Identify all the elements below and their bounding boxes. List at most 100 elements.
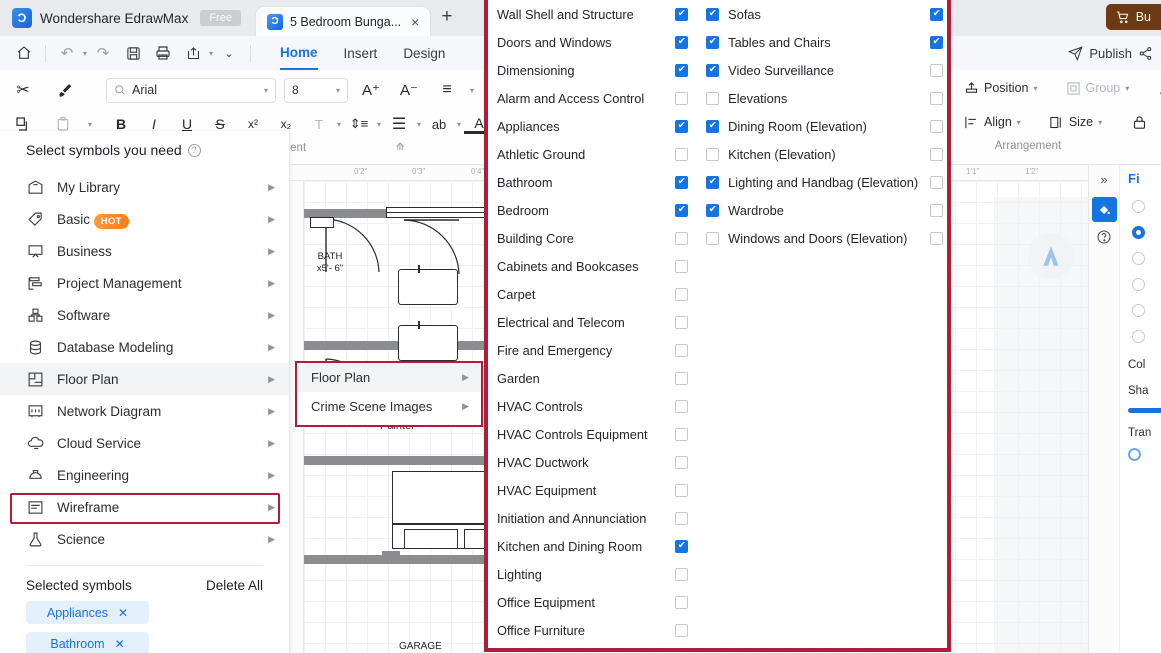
pillow-symbol[interactable] (404, 529, 458, 549)
dropdown-row[interactable] (926, 224, 947, 252)
checkbox[interactable] (675, 259, 689, 273)
checkbox[interactable] (706, 91, 720, 105)
chevron-double-right-icon[interactable]: » (1100, 169, 1107, 190)
bullet-list-icon[interactable]: ☰ (384, 110, 414, 138)
checkbox[interactable] (706, 63, 720, 77)
checkbox[interactable] (706, 119, 720, 133)
checkbox[interactable] (930, 203, 944, 217)
sink-symbol[interactable] (398, 325, 458, 361)
sidebar-item-business[interactable]: Business ▶ (0, 235, 289, 267)
ab-caret-icon[interactable]: ▾ (457, 120, 461, 129)
publish-label[interactable]: Publish (1089, 46, 1132, 61)
checkbox[interactable] (930, 147, 944, 161)
checkbox[interactable] (675, 315, 689, 329)
dropdown-row[interactable]: Video Surveillance (698, 56, 926, 84)
sidebar-item-software[interactable]: Software ▶ (0, 299, 289, 331)
dropdown-row[interactable]: Windows and Doors (Elevation) (698, 224, 926, 252)
dropdown-row[interactable]: Sofas (698, 0, 926, 28)
delete-all-button[interactable]: Delete All (206, 578, 263, 593)
checkbox[interactable] (675, 371, 689, 385)
checkbox[interactable] (675, 483, 689, 497)
checkbox[interactable] (675, 567, 689, 581)
checkbox[interactable] (706, 7, 720, 21)
app-tab[interactable]: Ɔ Wondershare EdrawMax Free (0, 0, 255, 36)
chip-appliances[interactable]: Appliances ✕ (26, 601, 149, 624)
checkbox[interactable] (930, 7, 944, 21)
checkbox[interactable] (675, 63, 689, 77)
checkbox[interactable] (675, 7, 689, 21)
dropdown-row[interactable]: HVAC Controls Equipment (488, 420, 698, 448)
dropdown-row[interactable]: Cabinets and Bookcases (488, 252, 698, 280)
line-spacing-caret-icon[interactable]: ▾ (377, 120, 381, 129)
fill-option-radio[interactable] (1132, 226, 1145, 239)
question-circle-icon[interactable] (1096, 229, 1112, 249)
position-button[interactable]: Position ▾ (958, 74, 1044, 102)
checkbox[interactable] (930, 63, 944, 77)
checkbox[interactable] (675, 91, 689, 105)
undo-icon[interactable]: ↶ (53, 40, 81, 66)
dropdown-row[interactable] (926, 56, 947, 84)
dropdown-row[interactable] (926, 28, 947, 56)
fill-option-radio[interactable] (1132, 200, 1145, 213)
dropdown-row[interactable] (926, 0, 947, 28)
checkbox[interactable] (706, 35, 720, 49)
dropdown-row[interactable]: Building Core (488, 224, 698, 252)
checkbox[interactable] (675, 455, 689, 469)
dropdown-row[interactable]: Lighting and Handbag (Elevation) (698, 168, 926, 196)
dropdown-row[interactable]: Alarm and Access Control (488, 84, 698, 112)
sink-symbol[interactable] (398, 269, 458, 305)
tab-home[interactable]: Home (280, 36, 318, 70)
share-caret-icon[interactable]: ▾ (209, 49, 213, 58)
sidebar-item-wireframe[interactable]: Wireframe ▶ (0, 491, 289, 523)
dropdown-row[interactable]: Dimensioning (488, 56, 698, 84)
dropdown-row[interactable]: Bedroom (488, 196, 698, 224)
dropdown-row[interactable]: Tables and Chairs (698, 28, 926, 56)
toilet-symbol[interactable] (310, 217, 334, 228)
grow-font-icon[interactable]: A⁺ (356, 76, 386, 104)
fill-option-radio[interactable] (1132, 252, 1145, 265)
checkbox[interactable] (675, 623, 689, 637)
font-size-select[interactable]: 8 ▾ (284, 77, 348, 103)
fill-option-radio[interactable] (1132, 278, 1145, 291)
submenu-item-crime-scene-images[interactable]: Crime Scene Images ▶ (297, 392, 481, 421)
question-icon[interactable]: ? (187, 143, 201, 157)
checkbox[interactable] (675, 175, 689, 189)
dropdown-row[interactable]: Garden (488, 364, 698, 392)
checkbox[interactable] (930, 119, 944, 133)
dropdown-row[interactable]: Lighting (488, 560, 698, 588)
save-icon[interactable] (119, 40, 147, 66)
dropdown-row[interactable]: Doors and Windows (488, 28, 698, 56)
dropdown-row[interactable]: HVAC Equipment (488, 476, 698, 504)
align-button[interactable]: Align ▾ (958, 108, 1027, 136)
buy-button[interactable]: Bu (1105, 4, 1161, 30)
font-family-select[interactable]: Arial ▾ (106, 77, 276, 103)
alignment-dialog-launcher[interactable]: ⟰ (396, 142, 404, 153)
paste-caret-icon[interactable]: ▾ (88, 120, 92, 129)
sidebar-item-network-diagram[interactable]: Network Diagram ▶ (0, 395, 289, 427)
fill-option-radio[interactable] (1132, 304, 1145, 317)
checkbox[interactable] (675, 35, 689, 49)
document-tab[interactable]: Ɔ 5 Bedroom Bunga... × (254, 6, 432, 36)
text-effects-caret-icon[interactable]: ▾ (337, 120, 341, 129)
tab-design[interactable]: Design (403, 36, 445, 70)
transparency-slider-knob[interactable] (1128, 448, 1141, 461)
dropdown-row[interactable] (926, 196, 947, 224)
checkbox[interactable] (706, 231, 720, 245)
line-spacing-icon[interactable]: ⇕≡ (344, 110, 374, 138)
size-button[interactable]: Size ▾ (1043, 108, 1108, 136)
dropdown-row[interactable]: Elevations (698, 84, 926, 112)
print-icon[interactable] (149, 40, 177, 66)
dropdown-row[interactable]: Electrical and Telecom (488, 308, 698, 336)
dropdown-row[interactable]: Carpet (488, 280, 698, 308)
dropdown-row[interactable]: Office Furniture (488, 616, 698, 644)
dropdown-row[interactable]: Kitchen (Elevation) (698, 140, 926, 168)
home-icon[interactable] (10, 40, 38, 66)
dropdown-row[interactable]: Wall Shell and Structure (488, 0, 698, 28)
checkbox[interactable] (675, 511, 689, 525)
dropdown-row[interactable]: Initiation and Annunciation (488, 504, 698, 532)
checkbox[interactable] (706, 175, 720, 189)
chip-bathroom[interactable]: Bathroom ✕ (26, 632, 149, 653)
dropdown-row[interactable] (926, 168, 947, 196)
dropdown-row[interactable] (926, 140, 947, 168)
dropdown-row[interactable]: Wardrobe (698, 196, 926, 224)
